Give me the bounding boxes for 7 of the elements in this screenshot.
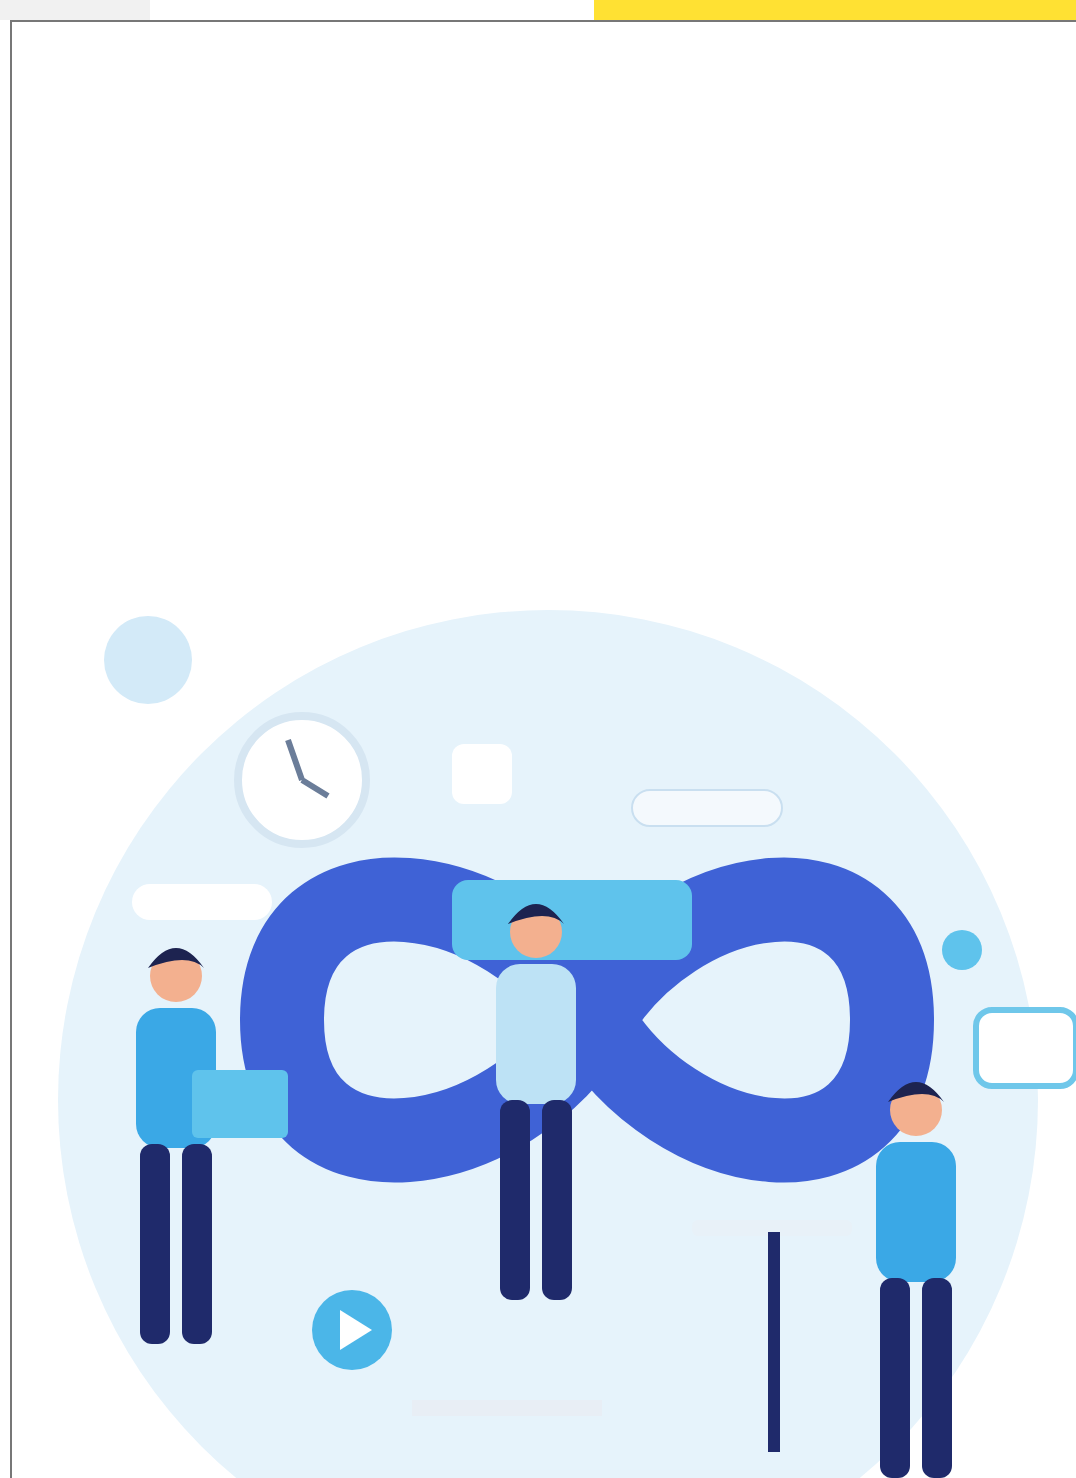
chat-bubble-icon	[132, 884, 272, 920]
bubble-icon	[104, 616, 192, 704]
lightbulb-icon	[942, 930, 982, 970]
play-icon	[312, 1290, 392, 1370]
code-brackets-icon	[452, 744, 512, 804]
search-bar-icon	[631, 789, 783, 827]
clock-icon	[234, 712, 370, 848]
